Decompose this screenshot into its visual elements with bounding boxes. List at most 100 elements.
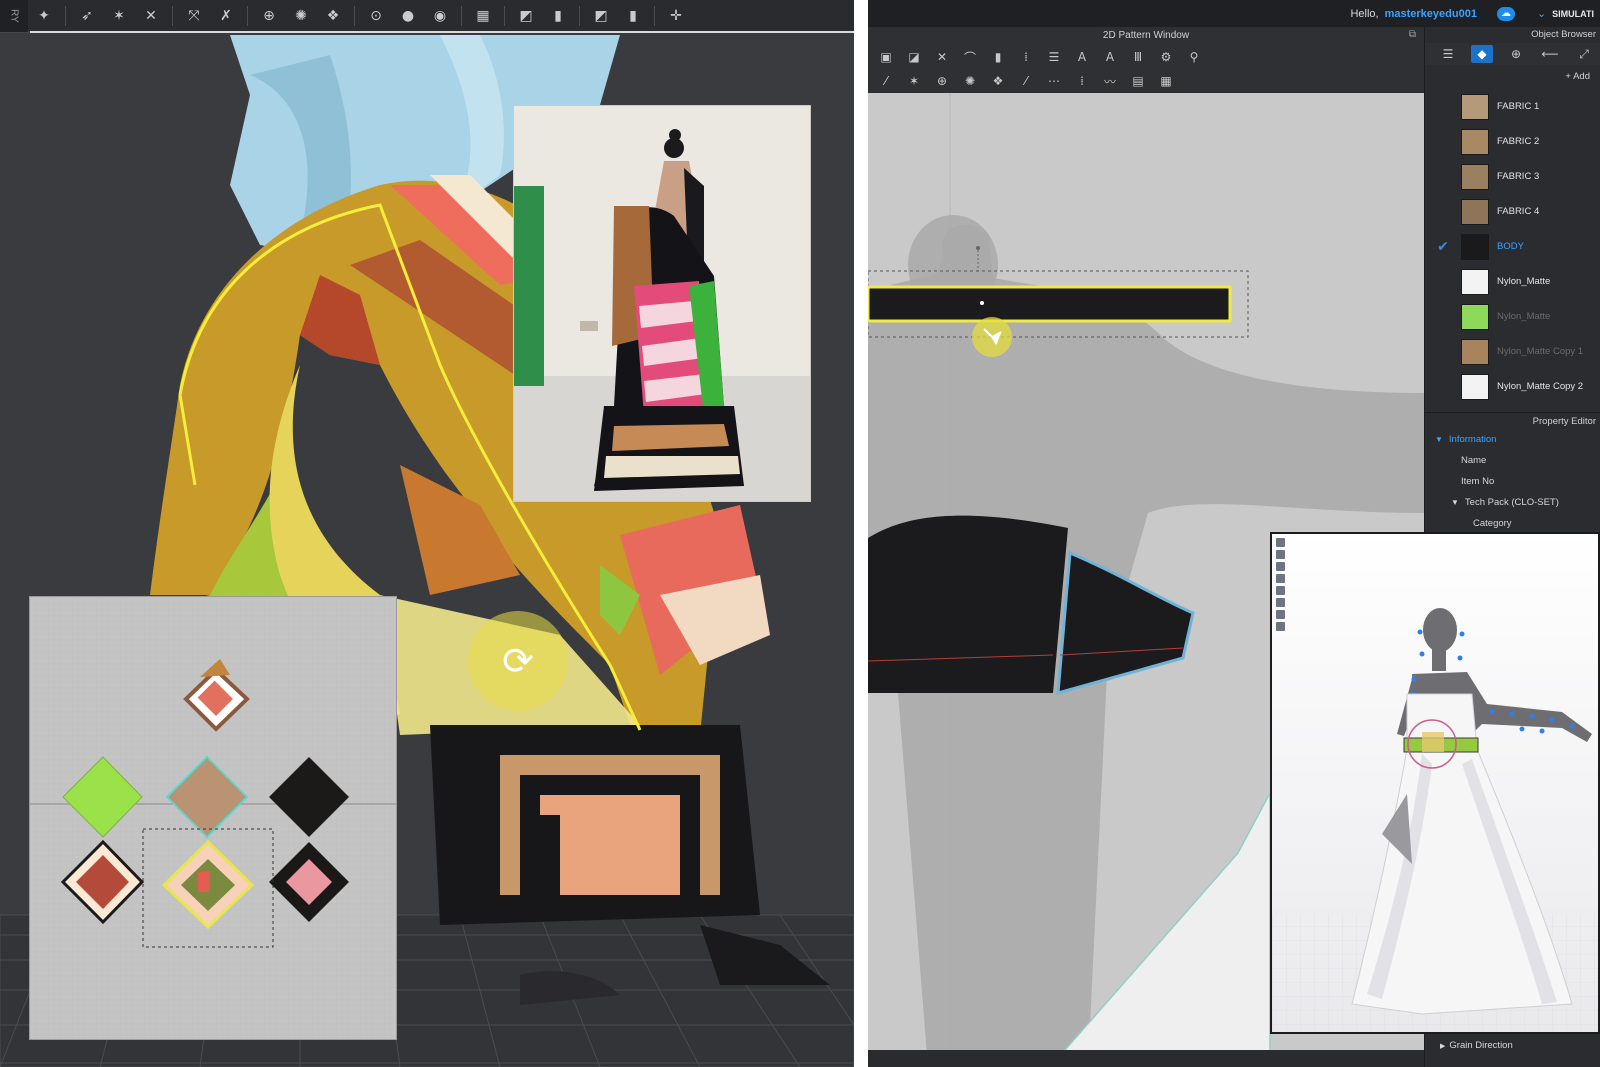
fabric-item[interactable]: FABRIC 3 xyxy=(1425,159,1600,194)
select-move-icon[interactable]: ➶ xyxy=(74,5,100,27)
cloud-sync-icon[interactable]: ☁ xyxy=(1496,6,1515,21)
module-icon[interactable]: ▦ xyxy=(1155,71,1177,91)
seam-icon[interactable]: ⁄ xyxy=(875,71,897,91)
property-item-no-row[interactable]: Item No xyxy=(1425,471,1600,492)
pin-2d-icon[interactable]: ⁞ xyxy=(1071,71,1093,91)
fabric-swatch xyxy=(1461,303,1489,330)
list-view-icon[interactable]: ☰ xyxy=(1437,45,1459,63)
arrange-icon[interactable]: ⤧ xyxy=(181,5,207,27)
2d-pattern-panel: Hello, masterkeyedu001 ☁ ⌄ SIMULATI 2D P… xyxy=(868,0,1600,1067)
button-tab-icon[interactable]: ⊕ xyxy=(1505,45,1527,63)
polygon-icon[interactable]: ▮ xyxy=(987,47,1009,67)
fold-arrange-icon[interactable]: ❖ xyxy=(320,5,346,27)
inset-tool-icon[interactable] xyxy=(1276,538,1285,547)
checkmark-icon[interactable]: ✔ xyxy=(1425,239,1461,255)
texture-alt-icon[interactable]: ◩ xyxy=(588,5,614,27)
fabric-label: Nylon_Matte Copy 1 xyxy=(1497,346,1584,357)
hanger-icon[interactable]: ◉ xyxy=(427,5,453,27)
tack-2d-icon[interactable]: ❖ xyxy=(987,71,1009,91)
fabric-item[interactable]: FABRIC 1 xyxy=(1425,89,1600,124)
inset-tool-icon[interactable] xyxy=(1276,610,1285,619)
fabric-item[interactable]: Nylon_Matte Copy 2 xyxy=(1425,369,1600,404)
library-edge-tab[interactable]: RY xyxy=(0,0,28,32)
graphic-icon[interactable]: ▮ xyxy=(545,5,571,27)
transform-pattern-icon[interactable]: ◪ xyxy=(903,47,925,67)
dart-icon[interactable]: ☰ xyxy=(1043,47,1065,67)
layout-icon[interactable]: ▣ xyxy=(875,47,897,67)
fabric-item[interactable]: FABRIC 4 xyxy=(1425,194,1600,229)
gizmo-icon[interactable]: ✛ xyxy=(663,5,689,27)
edit-curve-icon[interactable]: ⌒ xyxy=(959,47,981,67)
fabric-item[interactable]: Nylon_Matte Copy 1 xyxy=(1425,334,1600,369)
zipper-icon[interactable]: ⚙ xyxy=(1155,47,1177,67)
measure-icon[interactable]: ▦ xyxy=(470,5,496,27)
sew-icon[interactable]: ✺ xyxy=(288,5,314,27)
internal-line-icon[interactable]: ⁞ xyxy=(1015,47,1037,67)
check-sew-icon[interactable]: ✺ xyxy=(959,71,981,91)
3d-garment-panel: RY ✦ ➶ ✶ ✕ ⤧ ✗ ⊕ ✺ ❖ ⊙ ● ◉ ▦ ◩ ▮ ◩ ▮ ✛ ⟳ xyxy=(0,0,854,1067)
expand-icon[interactable]: ⤢ xyxy=(1573,45,1595,63)
tack-icon[interactable]: ⊕ xyxy=(256,5,282,27)
pattern-window-titlebar: 2D Pattern Window ⧉ xyxy=(868,27,1424,43)
grain-direction-row[interactable]: ▶ Grain Direction xyxy=(1440,1040,1513,1051)
undock-icon[interactable]: ⧉ xyxy=(1409,29,1416,40)
object-browser-tabs: ☰ ◆ ⊕ ⟵ ⤢ xyxy=(1425,43,1600,65)
inset-tool-icon[interactable] xyxy=(1276,574,1285,583)
pattern-layout-inset xyxy=(29,596,397,1040)
tech-pack-toggle[interactable]: ▼ Tech Pack (CLO-SET) xyxy=(1425,492,1600,513)
fold-icon[interactable]: ✕ xyxy=(138,5,164,27)
property-name-row[interactable]: Name xyxy=(1425,450,1600,471)
fabric-swatch xyxy=(1461,93,1489,120)
pin-icon[interactable]: ✗ xyxy=(213,5,239,27)
triangle-down-icon: ▼ xyxy=(1451,498,1459,507)
rotate-icon: ⟳ xyxy=(502,639,534,683)
fabric-swatch xyxy=(1461,128,1489,155)
information-section-toggle[interactable]: ▼ Information xyxy=(1425,429,1600,450)
tech-pack-label: Tech Pack (CLO-SET) xyxy=(1464,497,1559,508)
topstitch-icon[interactable]: ⁄ xyxy=(1015,71,1037,91)
inset-tool-icon[interactable] xyxy=(1276,586,1285,595)
inset-tool-icon[interactable] xyxy=(1276,598,1285,607)
fabric-swatch xyxy=(1461,373,1489,400)
graphic-alt-icon[interactable]: ▮ xyxy=(620,5,646,27)
inset-tool-icon[interactable] xyxy=(1276,550,1285,559)
pattern-pieces-image xyxy=(30,597,396,1039)
segment-sew-icon[interactable]: ✶ xyxy=(903,71,925,91)
category-row[interactable]: Category xyxy=(1425,513,1600,534)
elastic-icon[interactable]: ⋯ xyxy=(1043,71,1065,91)
texture-icon[interactable]: ◩ xyxy=(513,5,539,27)
strengthen-icon[interactable]: ⊙ xyxy=(363,5,389,27)
chevron-down-icon[interactable]: ⌄ xyxy=(1537,7,1546,20)
inset-tool-icon[interactable] xyxy=(1276,622,1285,631)
greeting-label: Hello, xyxy=(1350,7,1379,20)
fabric-tab-icon[interactable]: ◆ xyxy=(1471,45,1493,63)
fabric-label: Nylon_Matte Copy 2 xyxy=(1497,381,1584,392)
fabric-swatch xyxy=(1461,268,1489,295)
fabric-item[interactable]: ✔ BODY xyxy=(1425,229,1600,264)
simulation-button[interactable]: SIMULATI xyxy=(1552,9,1594,19)
sew-point-icon[interactable]: ● xyxy=(395,5,421,27)
username-link[interactable]: masterkeyedu001 xyxy=(1385,8,1477,20)
back-arrow-icon[interactable]: ⟵ xyxy=(1539,45,1561,63)
puckering-icon[interactable]: ⚲ xyxy=(1183,47,1205,67)
inset-tool-icon[interactable] xyxy=(1276,562,1285,571)
grading-icon[interactable]: ▤ xyxy=(1127,71,1149,91)
transform-icon[interactable]: ✶ xyxy=(106,5,132,27)
text-icon[interactable]: A xyxy=(1071,47,1093,67)
pleat-icon[interactable]: Ⅲ xyxy=(1127,47,1149,67)
edit-point-icon[interactable]: ✕ xyxy=(931,47,953,67)
panel-divider xyxy=(854,0,868,1067)
fabric-label: FABRIC 1 xyxy=(1497,101,1540,112)
status-bar xyxy=(868,1050,1424,1067)
add-fabric-button[interactable]: + Add xyxy=(1425,65,1600,89)
fabric-item[interactable]: Nylon_Matte xyxy=(1425,264,1600,299)
fabric-label: Nylon_Matte xyxy=(1497,311,1551,322)
arrange-avatar-icon[interactable]: ✦ xyxy=(31,5,57,27)
free-sew-icon[interactable]: ⊕ xyxy=(931,71,953,91)
measure-2d-icon[interactable]: 〰 xyxy=(1099,71,1121,91)
fabric-item[interactable]: FABRIC 2 xyxy=(1425,124,1600,159)
fabric-item[interactable]: Nylon_Matte xyxy=(1425,299,1600,334)
text-alt-icon[interactable]: A xyxy=(1099,47,1121,67)
inset-toolbar xyxy=(1276,538,1288,631)
screenshot-root: RY ✦ ➶ ✶ ✕ ⤧ ✗ ⊕ ✺ ❖ ⊙ ● ◉ ▦ ◩ ▮ ◩ ▮ ✛ ⟳… xyxy=(0,0,1600,1067)
